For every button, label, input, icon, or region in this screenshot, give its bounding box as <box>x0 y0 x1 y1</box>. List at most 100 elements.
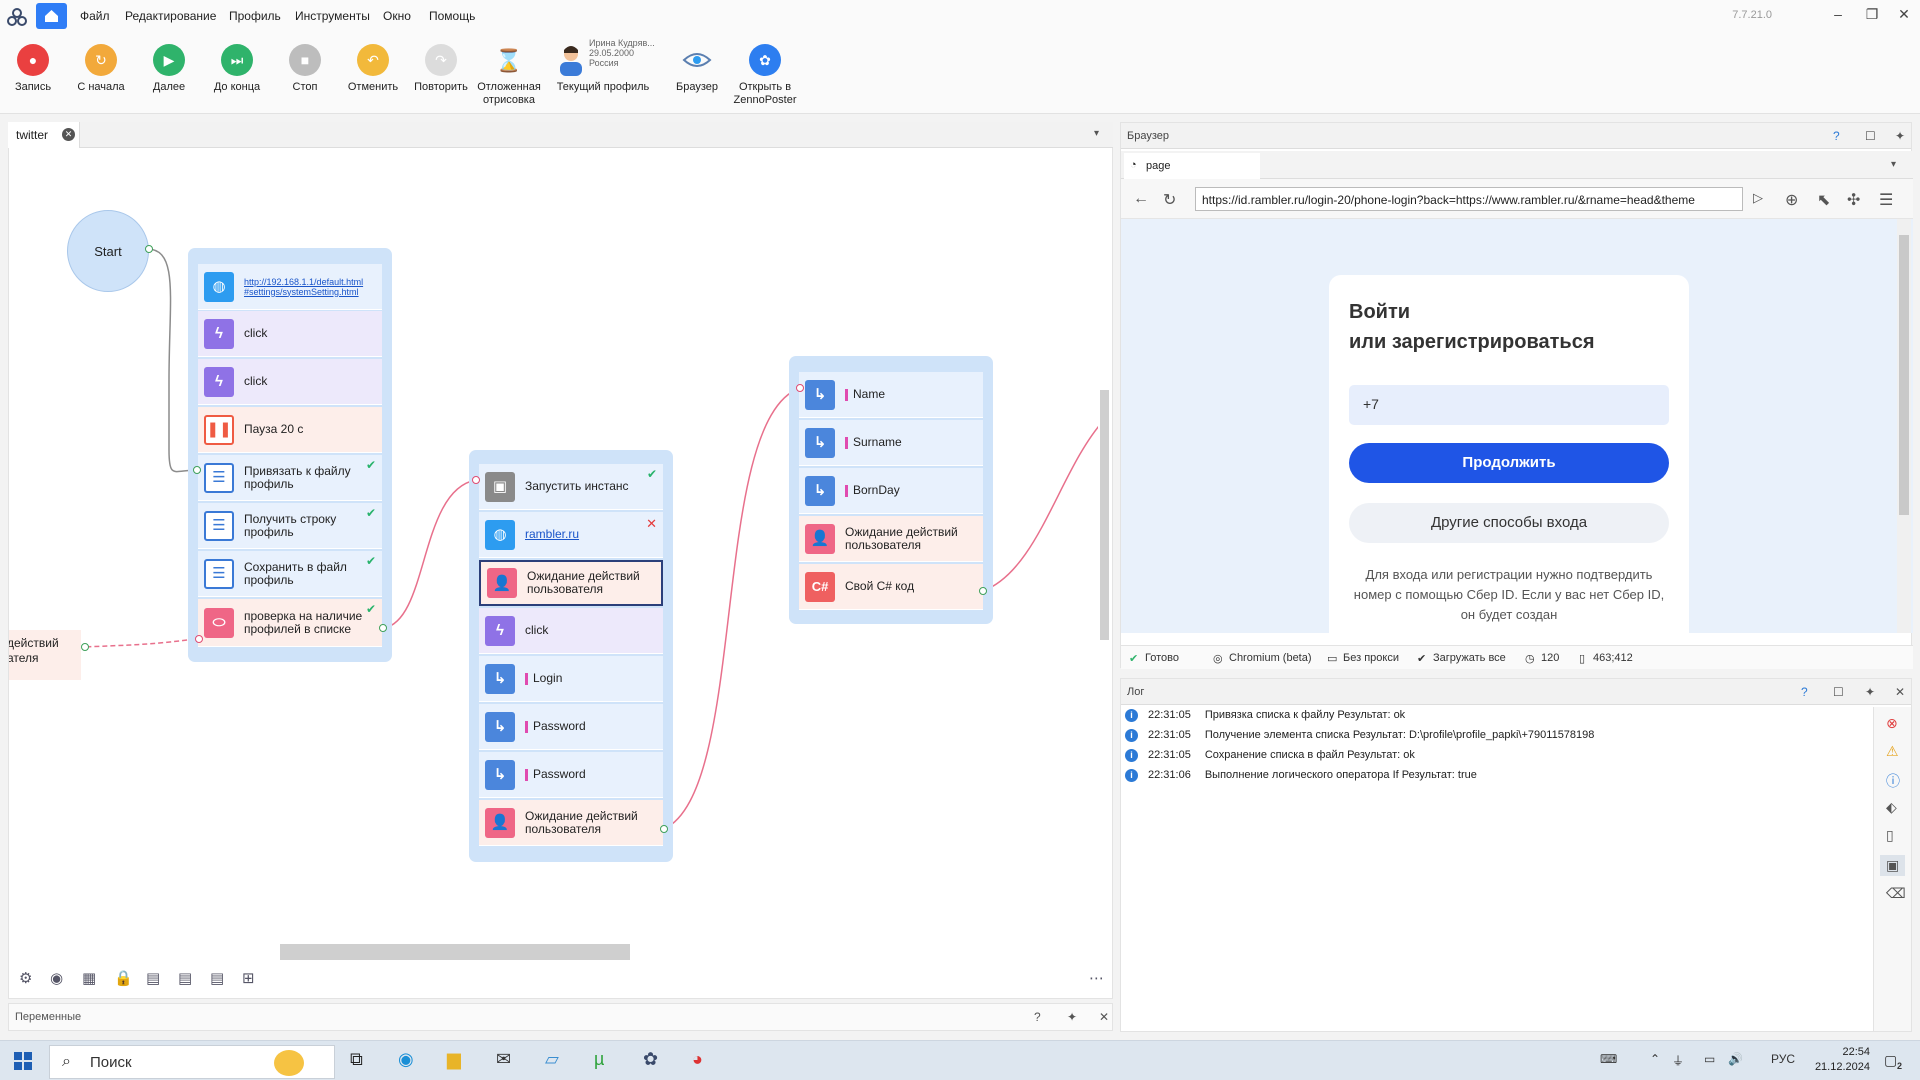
node-save-list[interactable]: ☰ Сохранить в файл профиль ✔ <box>198 551 382 597</box>
node-csharp-code[interactable]: C# Свой C# код <box>799 564 983 610</box>
taskbar-search-input[interactable]: ⌕ Поиск <box>49 1045 335 1079</box>
close-icon[interactable]: ✕ <box>1895 685 1905 699</box>
keyboard-icon[interactable]: ⌨ <box>1600 1052 1617 1066</box>
node-if-check[interactable]: ⬭ проверка на наличие профилей в списке ✔ <box>198 599 382 647</box>
group2-input-port[interactable] <box>472 476 480 484</box>
edge-icon[interactable]: ◉ <box>398 1049 414 1070</box>
task-view-icon[interactable]: ⧉ <box>350 1049 363 1070</box>
browser-button[interactable]: Браузер <box>665 44 729 94</box>
usb-icon[interactable]: ⏚ <box>1672 1052 1684 1069</box>
group2-output-port[interactable] <box>660 825 668 833</box>
node-start-instance[interactable]: ▣ Запустить инстанс ✔ <box>479 464 663 510</box>
notifications-icon[interactable]: ▢ <box>1884 1052 1897 1069</box>
continue-button[interactable]: Продолжить <box>1349 443 1669 483</box>
node-set-bornday[interactable]: ↳ BornDay <box>799 468 983 514</box>
node-get-row[interactable]: ☰ Получить строку профиль ✔ <box>198 503 382 549</box>
log-row[interactable]: i 22:31:05 Привязка списка к файлу Результ… <box>1125 705 1405 725</box>
list-view-icon[interactable]: ▤ <box>146 969 160 987</box>
close-icon[interactable]: ✕ <box>1099 1010 1109 1024</box>
browser-tab-page[interactable]: ◔ page <box>1124 153 1260 179</box>
lock-icon[interactable]: 🔒 <box>114 969 133 987</box>
node-set-name[interactable]: ↳ Name <box>799 372 983 418</box>
node-navigate-rambler[interactable]: ◍ rambler.ru ✕ <box>479 512 663 558</box>
phone-filter-icon[interactable]: ▯ <box>1886 827 1894 844</box>
tabs-dropdown-icon[interactable]: ▾ <box>1094 128 1099 139</box>
node-wait-user-2[interactable]: 👤 Ожидание действий пользователя <box>479 800 663 846</box>
close-tab-icon[interactable]: ✕ <box>62 128 75 141</box>
to-end-button[interactable]: ⏭ До конца <box>205 44 269 94</box>
back-arrow-icon[interactable]: ← <box>1133 190 1149 208</box>
offscreen-node-port[interactable] <box>81 643 89 651</box>
add-box-icon[interactable]: ⊞ <box>242 969 255 987</box>
pin-icon[interactable]: ✦ <box>1067 1010 1077 1024</box>
file-explorer-icon[interactable]: ▆ <box>447 1049 461 1070</box>
start-output-port[interactable] <box>145 245 153 253</box>
if-true-port[interactable] <box>379 624 387 632</box>
redo-button[interactable]: ↷ Повторить <box>409 44 473 94</box>
canvas-vertical-scroll-thumb[interactable] <box>1100 390 1109 640</box>
extension-icon[interactable]: ✣ <box>1847 190 1860 210</box>
log-row[interactable]: i 22:31:05 Сохранение списка в файл Резуль… <box>1125 745 1415 765</box>
utorrent-icon[interactable]: µ <box>594 1049 604 1070</box>
list-view-2-icon[interactable]: ▤ <box>178 969 192 987</box>
node-pause[interactable]: ❚❚ Пауза 20 с <box>198 407 382 453</box>
open-zennoposter-button[interactable]: ✿ Открыть в ZennoPoster <box>733 44 797 107</box>
maximize-button[interactable]: ❐ <box>1862 6 1882 23</box>
laptop-icon[interactable]: ▱ <box>545 1049 559 1070</box>
user-circle-icon[interactable]: ◉ <box>50 969 63 987</box>
node-set-login[interactable]: ↳ Login <box>479 656 663 702</box>
chrome-icon[interactable]: ◕ <box>692 1049 703 1070</box>
deferred-render-button[interactable]: ⌛ Отложенная отрисовка <box>477 44 541 107</box>
stop-button[interactable]: ■ Стоп <box>273 44 337 94</box>
tabs-dropdown-icon[interactable]: ▾ <box>1891 159 1896 170</box>
node-set-surname[interactable]: ↳ Surname <box>799 420 983 466</box>
pin-icon[interactable]: ✦ <box>1895 129 1905 143</box>
list-view-3-icon[interactable]: ▤ <box>210 969 224 987</box>
log-row[interactable]: i 22:31:06 Выполнение логического оператор… <box>1125 765 1477 785</box>
group1-input-port[interactable] <box>193 466 201 474</box>
record-button[interactable]: ● Запись <box>1 44 65 94</box>
group3-output-port[interactable] <box>979 587 987 595</box>
project-canvas[interactable]: Start действий ателя ◍ http://192.168.1.1… <box>9 150 1104 940</box>
image-filter-icon[interactable]: ▣ <box>1880 855 1906 876</box>
menu-icon[interactable]: ☰ <box>1879 190 1893 210</box>
menu-help[interactable]: Помощь <box>429 9 475 23</box>
zenno-logo-icon[interactable] <box>6 6 28 28</box>
clear-filter-icon[interactable]: ⌫ <box>1886 885 1906 902</box>
node-wait-user-1[interactable]: 👤 Ожидание действий пользователя <box>479 560 663 606</box>
menu-tools[interactable]: Инструменты <box>295 9 370 23</box>
home-button[interactable] <box>36 3 67 29</box>
warning-filter-icon[interactable]: ⚠ <box>1886 743 1899 760</box>
reload-icon[interactable]: ↻ <box>1163 190 1176 210</box>
target-icon[interactable]: ⊕ <box>1785 190 1798 210</box>
group3-input-port[interactable] <box>796 384 804 392</box>
other-login-button[interactable]: Другие способы входа <box>1349 503 1669 543</box>
menu-edit[interactable]: Редактирование <box>125 9 216 23</box>
next-button[interactable]: ▶ Далее <box>137 44 201 94</box>
minimize-button[interactable]: – <box>1828 6 1848 22</box>
log-row[interactable]: i 22:31:05 Получение элемента списка Резул… <box>1125 725 1594 745</box>
node-navigate-router[interactable]: ◍ http://192.168.1.1/default.html#setting… <box>198 264 382 310</box>
if-false-port[interactable] <box>195 635 203 643</box>
tray-chevron-icon[interactable]: ⌃ <box>1650 1052 1660 1066</box>
pin-icon[interactable]: ✦ <box>1865 685 1875 699</box>
node-click-2[interactable]: ϟ click <box>198 359 382 405</box>
node-click-1[interactable]: ϟ click <box>198 311 382 357</box>
more-icon[interactable]: ⋯ <box>1089 969 1104 987</box>
mail-icon[interactable]: ✉ <box>496 1049 511 1070</box>
node-set-password-2[interactable]: ↳ Password <box>479 752 663 798</box>
error-filter-icon[interactable]: ⊗ <box>1886 715 1898 732</box>
help-icon[interactable]: ? <box>1034 1010 1041 1024</box>
go-play-icon[interactable]: ▷ <box>1753 190 1763 206</box>
tag-filter-icon[interactable]: ⬖ <box>1886 799 1897 816</box>
maximize-icon[interactable]: ☐ <box>1833 685 1844 699</box>
taskbar-clock[interactable]: 22:54 21.12.2024 <box>1815 1045 1870 1075</box>
restart-button[interactable]: ↻ С начала <box>69 44 133 94</box>
volume-icon[interactable]: 🔊 <box>1728 1052 1743 1066</box>
variables-panel-bar[interactable]: Переменные ? ✦ ✕ <box>8 1003 1113 1031</box>
undo-button[interactable]: ↶ Отменить <box>341 44 405 94</box>
menu-profile[interactable]: Профиль <box>229 9 281 23</box>
node-set-password-1[interactable]: ↳ Password <box>479 704 663 750</box>
cursor-icon[interactable]: ⬉ <box>1817 190 1830 210</box>
close-window-button[interactable]: ✕ <box>1894 6 1914 23</box>
